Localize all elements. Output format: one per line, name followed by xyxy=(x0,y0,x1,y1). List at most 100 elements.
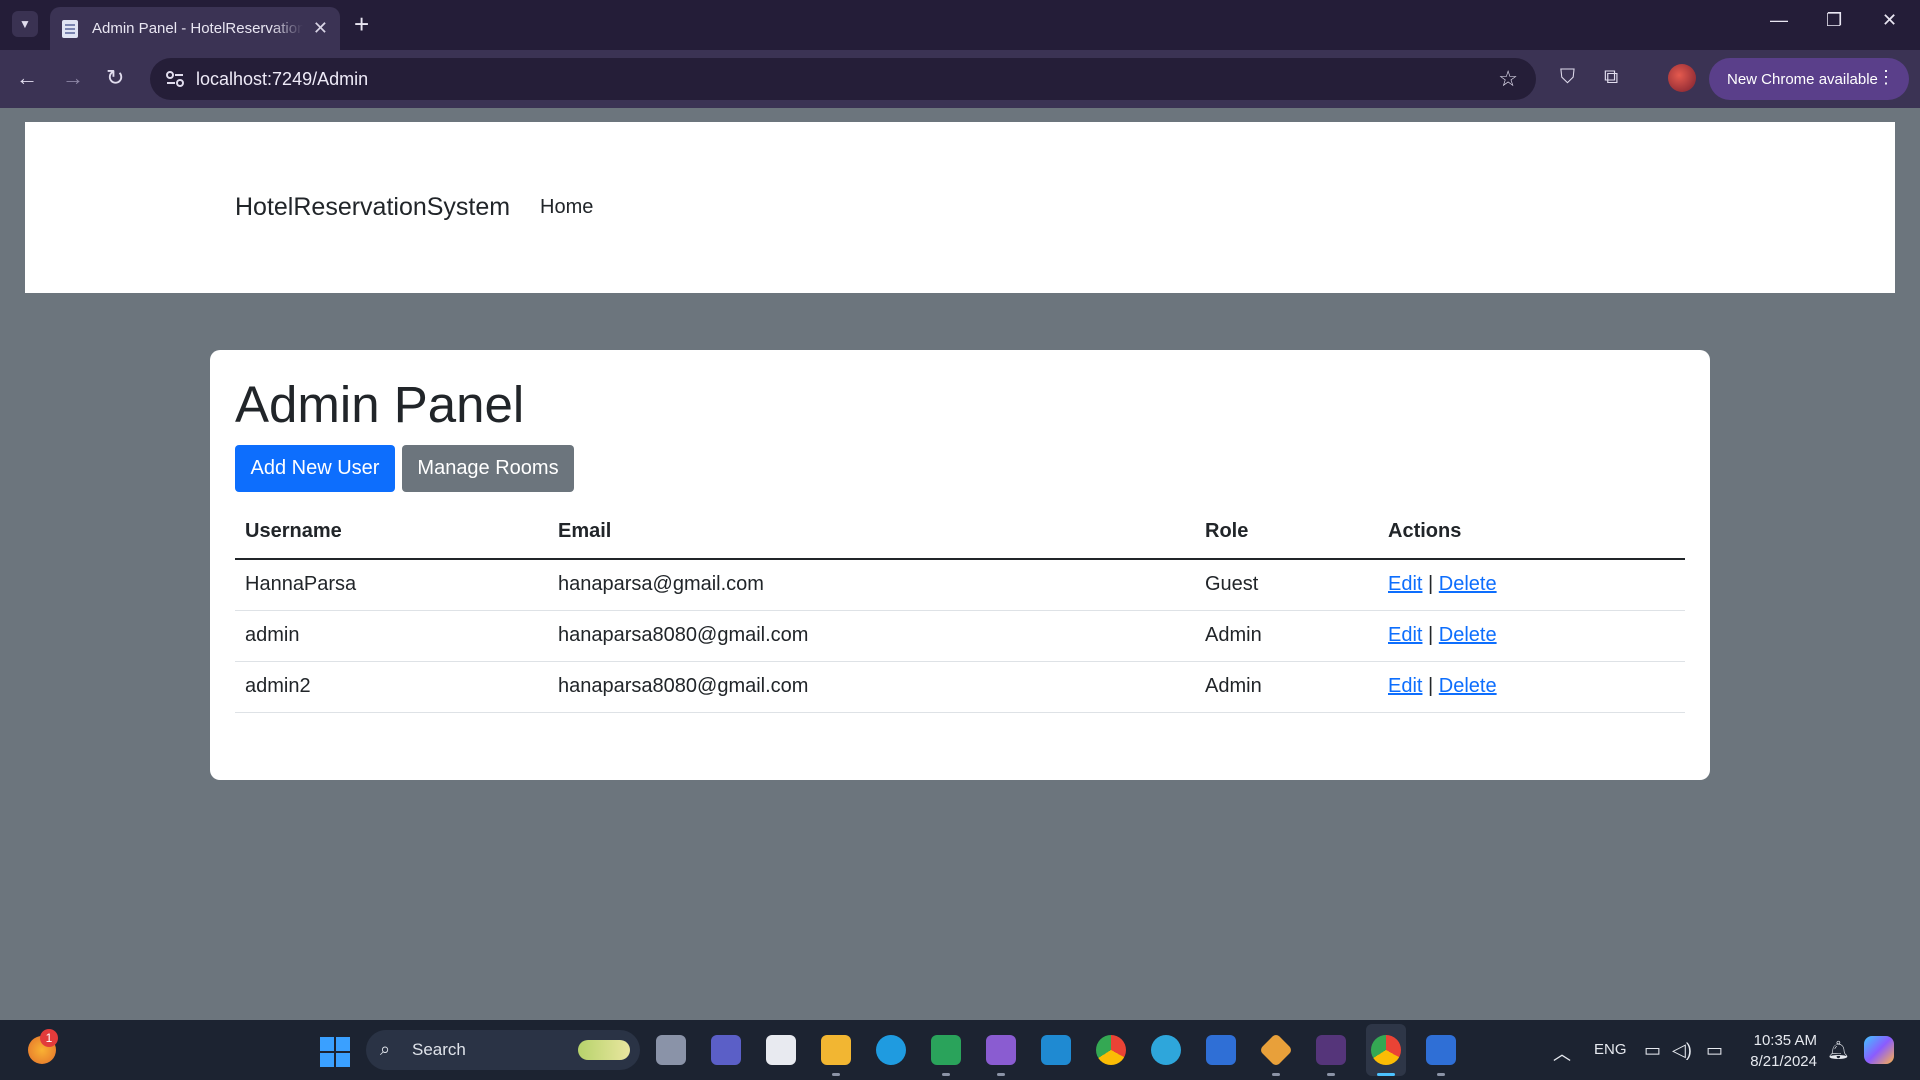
delete-link[interactable]: Delete xyxy=(1439,624,1497,646)
close-tab-icon[interactable]: ✕ xyxy=(313,18,328,39)
git-icon[interactable] xyxy=(1259,1033,1293,1067)
language-indicator[interactable]: ENG xyxy=(1594,1041,1627,1058)
search-label: Search xyxy=(412,1040,466,1059)
browser-toolbar: ← → ↻ localhost:7249/Admin ☆ ⛉ ⧉ New Chr… xyxy=(0,50,1920,108)
admin-panel-card: Admin Panel Add New User Manage Rooms Us… xyxy=(210,350,1710,780)
users-table: Username Email Role Actions HannaParsa h… xyxy=(235,505,1685,713)
action-separator: | xyxy=(1428,573,1434,596)
new-chrome-available-button[interactable]: New Chrome available ⋮ xyxy=(1709,58,1909,100)
tab-title: Admin Panel - HotelReservationSystem xyxy=(92,20,303,37)
notification-bell-icon[interactable]: 🔔︎ xyxy=(1827,1040,1850,1061)
terminal-icon[interactable] xyxy=(1316,1035,1346,1065)
running-indicator xyxy=(1437,1073,1445,1076)
new-tab-button[interactable]: + xyxy=(354,9,369,39)
windows-start-icon[interactable] xyxy=(320,1037,350,1067)
url-text: localhost:7249/Admin xyxy=(196,69,369,89)
running-indicator xyxy=(1272,1073,1280,1076)
role-cell: Admin xyxy=(1195,610,1378,662)
nav-link-home[interactable]: Home xyxy=(540,196,593,219)
update-label: New Chrome available xyxy=(1727,70,1878,88)
bookmark-star-icon[interactable]: ☆ xyxy=(1498,66,1518,92)
clock-time: 10:35 AM xyxy=(1753,1032,1817,1049)
email-cell: hanaparsa8080@gmail.com xyxy=(548,661,1195,713)
running-indicator xyxy=(832,1073,840,1076)
forward-arrow-icon[interactable]: → xyxy=(62,65,84,91)
windows-security-icon[interactable] xyxy=(1426,1035,1456,1065)
page-favicon-icon xyxy=(62,19,78,38)
close-window-button[interactable]: ✕ xyxy=(1882,10,1897,31)
restore-button[interactable]: ❐ xyxy=(1826,10,1842,31)
network-icon[interactable]: ▭ xyxy=(1644,1040,1661,1061)
site-navbar: HotelReservationSystem Home xyxy=(25,122,1895,293)
telegram-icon[interactable] xyxy=(1151,1035,1181,1065)
menu-dots-icon: ⋮ xyxy=(1877,67,1895,87)
username-cell: admin xyxy=(235,610,548,662)
vpn-shield-icon[interactable] xyxy=(1206,1035,1236,1065)
volume-icon[interactable]: ◁) xyxy=(1672,1040,1692,1061)
tab-search-button[interactable]: ▼ xyxy=(12,11,38,37)
table-row: HannaParsa hanaparsa@gmail.com Guest Edi… xyxy=(235,559,1685,611)
role-cell: Admin xyxy=(1195,661,1378,713)
site-info-icon[interactable] xyxy=(164,68,186,90)
notification-badge: 1 xyxy=(40,1029,58,1047)
reload-icon[interactable]: ↻ xyxy=(106,65,124,91)
address-bar[interactable]: localhost:7249/Admin ☆ xyxy=(150,58,1536,100)
column-header-actions: Actions xyxy=(1378,505,1685,560)
table-header-row: Username Email Role Actions xyxy=(235,505,1685,560)
running-indicator xyxy=(1327,1073,1335,1076)
clock-date: 8/21/2024 xyxy=(1750,1053,1817,1070)
column-header-username: Username xyxy=(235,505,548,560)
battery-icon[interactable]: ▭ xyxy=(1706,1040,1723,1061)
search-icon: ⌕ xyxy=(380,1039,391,1059)
actions-cell: Edit | Delete xyxy=(1378,610,1685,662)
column-header-email: Email xyxy=(548,505,1195,560)
navbar-brand[interactable]: HotelReservationSystem xyxy=(235,193,510,222)
extensions-puzzle-icon[interactable]: ⧉ xyxy=(1604,66,1618,89)
browser-tab-strip: ▼ Admin Panel - HotelReservationSystem ✕… xyxy=(0,0,1920,50)
actions-cell: Edit | Delete xyxy=(1378,661,1685,713)
taskbar-search-box[interactable]: ⌕ Search xyxy=(366,1030,640,1070)
chrome-icon[interactable] xyxy=(1096,1035,1126,1065)
task-view-icon[interactable] xyxy=(656,1035,686,1065)
email-cell: hanaparsa8080@gmail.com xyxy=(548,610,1195,662)
excel-icon[interactable] xyxy=(931,1035,961,1065)
manage-rooms-button[interactable]: Manage Rooms xyxy=(402,445,574,492)
chevron-up-icon[interactable]: ︿ xyxy=(1553,1040,1571,1066)
search-highlight-icon xyxy=(578,1040,630,1060)
edit-link[interactable]: Edit xyxy=(1388,624,1422,646)
role-cell: Guest xyxy=(1195,559,1378,611)
email-cell: hanaparsa@gmail.com xyxy=(548,559,1195,611)
action-separator: | xyxy=(1428,624,1434,646)
column-header-role: Role xyxy=(1195,505,1378,560)
page-title: Admin Panel xyxy=(235,376,525,433)
copilot-icon[interactable] xyxy=(1864,1036,1894,1064)
file-explorer-icon[interactable] xyxy=(821,1035,851,1065)
active-indicator xyxy=(1377,1073,1395,1076)
microsoft-store-icon[interactable] xyxy=(766,1035,796,1065)
browser-tab[interactable]: Admin Panel - HotelReservationSystem ✕ xyxy=(50,7,340,50)
action-separator: | xyxy=(1428,675,1434,697)
table-row: admin2 hanaparsa8080@gmail.com Admin Edi… xyxy=(235,661,1685,713)
delete-link[interactable]: Delete xyxy=(1439,675,1497,697)
running-indicator xyxy=(942,1073,950,1076)
shield-extension-icon[interactable]: ⛉ xyxy=(1560,66,1575,89)
add-new-user-button[interactable]: Add New User xyxy=(235,445,395,492)
delete-link[interactable]: Delete xyxy=(1439,573,1497,595)
system-clock[interactable]: 10:35 AM 8/21/2024 xyxy=(1745,1030,1817,1072)
teams-icon[interactable] xyxy=(711,1035,741,1065)
vscode-icon[interactable] xyxy=(1041,1035,1071,1065)
username-cell: admin2 xyxy=(235,661,548,713)
username-cell: HannaParsa xyxy=(235,559,548,611)
edit-link[interactable]: Edit xyxy=(1388,573,1422,595)
edit-link[interactable]: Edit xyxy=(1388,675,1422,697)
table-row: admin hanaparsa8080@gmail.com Admin Edit… xyxy=(235,610,1685,662)
profile-avatar[interactable] xyxy=(1668,64,1696,92)
chevron-down-icon: ▼ xyxy=(19,17,31,31)
windows-taskbar: 1 ⌕ Search ︿ ENG ▭ ◁) ▭ 10:35 AM 8/21/20… xyxy=(0,1020,1920,1080)
edge-icon[interactable] xyxy=(876,1035,906,1065)
back-arrow-icon[interactable]: ← xyxy=(16,65,38,91)
minimize-button[interactable]: — xyxy=(1770,10,1788,31)
running-indicator xyxy=(997,1073,1005,1076)
visual-studio-icon[interactable] xyxy=(986,1035,1016,1065)
chrome-active-icon[interactable] xyxy=(1371,1035,1401,1065)
